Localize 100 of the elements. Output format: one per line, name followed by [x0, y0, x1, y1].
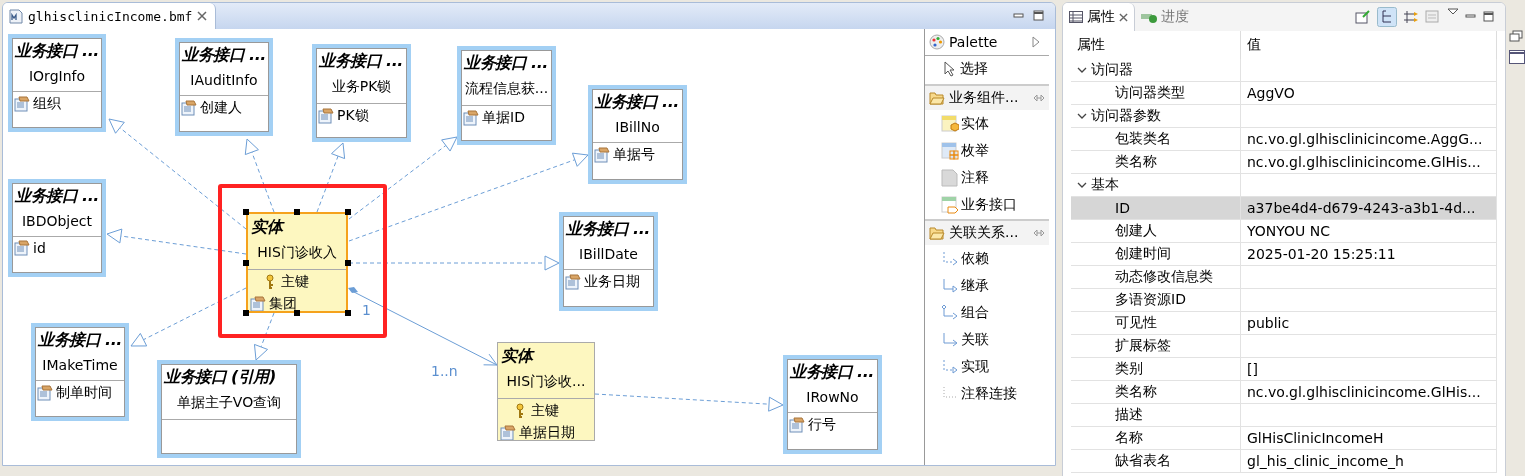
palette-item[interactable]: 业务接口: [925, 191, 1049, 218]
node-attribute: 制单时间: [56, 384, 112, 402]
property-row[interactable]: 创建时间 2025-01-20 15:25:11: [1071, 243, 1497, 266]
property-name: 动态修改信息类: [1115, 268, 1213, 286]
palette-item[interactable]: 继承: [925, 272, 1049, 299]
dependency-arrow: [316, 142, 346, 213]
resize-handle[interactable]: [294, 209, 300, 215]
interface-node[interactable]: 业务接口 ... IBillDate 业务日期: [559, 212, 658, 311]
palette-item[interactable]: 枚举: [925, 137, 1049, 164]
editor-tab[interactable]: glhisclinicIncome.bmf: [3, 3, 217, 29]
folder-icon: [929, 226, 945, 240]
property-row[interactable]: 名称 GlHisClinicIncomeH: [1071, 427, 1497, 450]
property-value: YONYOU NC: [1247, 223, 1331, 239]
field-icon: [181, 100, 197, 116]
property-name: 类别: [1115, 360, 1143, 378]
property-row[interactable]: ID a37be4d4-d679-4243-a3b1-4d...: [1071, 197, 1497, 220]
minimize-icon[interactable]: [1013, 11, 1025, 21]
dependency-icon: [941, 249, 959, 268]
property-name: 缺省表名: [1115, 452, 1171, 470]
property-name: 类名称: [1115, 153, 1157, 171]
property-row[interactable]: 创建人 YONYOU NC: [1071, 220, 1497, 243]
interface-node[interactable]: 业务接口 ... IBillNo 单据号: [588, 85, 687, 184]
property-row[interactable]: 类名称 nc.vo.gl.glhisclinicincome.GlHis...: [1071, 381, 1497, 404]
node-attribute: 创建人: [200, 99, 242, 117]
node-stereotype: 业务接口 ...: [593, 91, 680, 113]
view-tab[interactable]: 进度: [1135, 3, 1195, 31]
column-header[interactable]: 属性: [1071, 31, 1241, 59]
resize-handle[interactable]: [243, 209, 249, 215]
interface-node[interactable]: 业务接口 ... 业务PK锁 PK锁: [312, 44, 411, 142]
palette-item[interactable]: 实体: [925, 110, 1049, 137]
property-value: nc.vo.gl.glhisclinicincome.AggG...: [1247, 131, 1483, 147]
node-stereotype: 业务接口 ...: [317, 50, 404, 72]
resize-handle[interactable]: [345, 310, 351, 316]
chevron-down-icon[interactable]: [1077, 181, 1087, 189]
window-icon[interactable]: [1509, 50, 1525, 64]
property-name: 多语资源ID: [1115, 291, 1186, 309]
field-icon: [594, 147, 610, 163]
property-value: gl_his_clinic_income_h: [1247, 453, 1404, 469]
chevron-down-icon[interactable]: [1077, 112, 1087, 120]
field-icon: [14, 240, 30, 256]
palette-item[interactable]: 依赖: [925, 245, 1049, 272]
palette-item[interactable]: 注释连接: [925, 380, 1049, 407]
table-icon: [1069, 11, 1083, 23]
palette-item[interactable]: 实现: [925, 353, 1049, 380]
maximize-icon[interactable]: [1033, 10, 1045, 22]
interface-node[interactable]: 业务接口 ... IRowNo 行号: [783, 355, 882, 454]
entity-node[interactable]: 实体 HIS门诊收入 主键 集团: [246, 212, 348, 313]
expand-icon[interactable]: [1031, 36, 1041, 48]
entity-node[interactable]: 实体 HIS门诊收... 主键 单据日期: [497, 342, 595, 441]
interface-node[interactable]: 业务接口 ... IBDObject id: [8, 179, 106, 277]
close-icon[interactable]: [197, 11, 208, 21]
chevron-down-icon[interactable]: [1077, 66, 1087, 74]
property-name: 包装类名: [1115, 130, 1171, 148]
property-name: 扩展标签: [1115, 337, 1171, 355]
node-attribute: 行号: [808, 416, 836, 434]
maximize-icon[interactable]: [1483, 11, 1495, 23]
interface-node[interactable]: 业务接口 ... 流程信息获... 单据ID: [457, 46, 556, 145]
property-row[interactable]: 多语资源ID: [1071, 289, 1497, 312]
node-name: IRowNo: [805, 388, 860, 407]
field-icon: [14, 96, 30, 112]
file-icon: [9, 8, 23, 24]
resize-handle[interactable]: [345, 259, 351, 266]
property-name: 创建时间: [1115, 245, 1171, 263]
property-row[interactable]: 包装类名 nc.vo.gl.glhisclinicincome.AggG...: [1071, 128, 1497, 151]
property-row[interactable]: 类别 []: [1071, 358, 1497, 381]
property-row[interactable]: 类名称 nc.vo.gl.glhisclinicincome.GlHis...: [1071, 151, 1497, 174]
interface-node[interactable]: 业务接口 ... IOrgInfo 组织: [8, 34, 106, 132]
close-icon[interactable]: [1119, 12, 1128, 22]
menu-icon[interactable]: [1447, 8, 1459, 16]
node-name: 单据主子VO查询: [175, 393, 283, 412]
field-icon: [565, 274, 581, 290]
palette-item[interactable]: 注释: [925, 164, 1049, 191]
filter-icon[interactable]: [1403, 9, 1419, 25]
view-tab[interactable]: 属性: [1063, 3, 1135, 31]
inheritance-icon: [941, 276, 959, 295]
tree-icon[interactable]: [1377, 7, 1397, 27]
property-row[interactable]: 可见性 public: [1071, 312, 1497, 335]
property-name: 可见性: [1115, 314, 1157, 332]
node-attribute: 集团: [269, 295, 297, 311]
property-row[interactable]: 访问器类型 AggVO: [1071, 82, 1497, 105]
interface-node[interactable]: 业务接口 (引用) 单据主子VO查询: [157, 360, 301, 458]
column-header[interactable]: 值: [1241, 31, 1497, 59]
resize-handle[interactable]: [243, 310, 249, 316]
folder-icon: [929, 91, 945, 105]
property-row[interactable]: 缺省表名 gl_his_clinic_income_h: [1071, 450, 1497, 473]
interface-node[interactable]: 业务接口 ... IMakeTime 制单时间: [31, 323, 129, 421]
resize-handle[interactable]: [294, 310, 300, 316]
node-name: IBillNo: [614, 118, 661, 137]
palette-item[interactable]: 组合: [925, 299, 1049, 326]
restore-icon[interactable]: [1509, 30, 1523, 42]
property-row[interactable]: 动态修改信息类: [1071, 266, 1497, 289]
interface-node[interactable]: 业务接口 ... IAuditInfo 创建人: [175, 38, 273, 136]
node-stereotype: 业务接口 ...: [564, 218, 651, 240]
field-icon: [37, 385, 53, 401]
palette-item[interactable]: 关联: [925, 326, 1049, 353]
resize-handle[interactable]: [345, 209, 351, 215]
property-row[interactable]: 描述: [1071, 404, 1497, 427]
property-row[interactable]: 扩展标签: [1071, 335, 1497, 358]
node-name: 业务PK锁: [330, 77, 393, 96]
resize-handle[interactable]: [243, 259, 249, 266]
